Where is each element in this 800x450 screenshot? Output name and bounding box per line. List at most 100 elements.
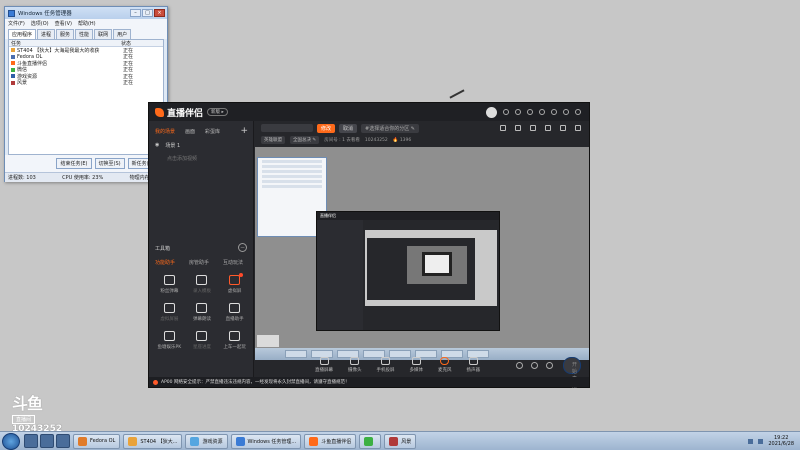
tool-icon bbox=[163, 303, 175, 313]
network-icon[interactable] bbox=[748, 438, 754, 444]
category-room-admin[interactable]: 房管助手 bbox=[189, 259, 209, 266]
maximize-icon[interactable] bbox=[563, 109, 569, 115]
douyu-titlebar[interactable]: 直播伴侣 新版 ▸ bbox=[149, 103, 589, 121]
screen-capture-button[interactable]: 直播屏幕 bbox=[315, 357, 333, 373]
notice-text: AP00 网络安全提示：严禁直播违法违规内容，一经发现将永久封禁直播间，请遵守直… bbox=[161, 380, 350, 385]
tab-processes[interactable]: 进程 bbox=[37, 29, 56, 39]
start-stream-button[interactable]: 开始直播 bbox=[563, 356, 581, 389]
quicklaunch-media-icon[interactable] bbox=[56, 434, 70, 448]
phone-cast-button[interactable]: 手机投屏 bbox=[377, 357, 395, 373]
add-scene-button[interactable]: + bbox=[240, 126, 248, 136]
tab-canvas[interactable]: 画面 bbox=[185, 128, 195, 135]
version-badge[interactable]: 新版 ▸ bbox=[207, 108, 228, 116]
tab-performance[interactable]: 性能 bbox=[75, 29, 94, 39]
subcategory-chip[interactable]: 全国总决 ✎ bbox=[290, 136, 320, 144]
collapse-icon[interactable]: − bbox=[238, 243, 247, 252]
switch-to-button[interactable]: 切换至(S) bbox=[94, 158, 125, 169]
quicklaunch-explorer-icon[interactable] bbox=[40, 434, 54, 448]
taskbar-label: ST404 【狄大... bbox=[140, 438, 178, 445]
minimize-icon[interactable] bbox=[551, 109, 557, 115]
stream-preview[interactable]: 直播伴侣 bbox=[255, 147, 589, 360]
task-manager-titlebar[interactable]: Windows 任务管理器 – □ × bbox=[5, 7, 167, 19]
task-manager-icon bbox=[8, 9, 15, 17]
tab-applications[interactable]: 应用程序 bbox=[8, 29, 37, 39]
camera-button[interactable]: 摄像头 bbox=[348, 357, 362, 373]
room-label[interactable]: 房间号 : 1 去看看 bbox=[324, 137, 360, 143]
taskbar-label: 斗鱼直播伴侣 bbox=[321, 438, 352, 445]
taskbar-button[interactable]: 斗鱼直播伴侣 bbox=[304, 433, 357, 449]
gift-icon[interactable] bbox=[515, 109, 521, 115]
tool-item[interactable]: 上车一起玩 bbox=[218, 331, 251, 350]
stream-title-input[interactable] bbox=[261, 124, 313, 132]
bell-icon[interactable] bbox=[560, 125, 566, 131]
taskbar-button[interactable]: Fedora OL bbox=[73, 433, 121, 449]
screenshot-icon[interactable] bbox=[530, 125, 536, 131]
menu-file[interactable]: 文件(F) bbox=[8, 20, 25, 27]
maximize-button[interactable]: □ bbox=[142, 9, 153, 17]
task-manager-window: Windows 任务管理器 – □ × 文件(F) 选项(O) 查看(V) 帮助… bbox=[4, 6, 168, 182]
category-selector[interactable]: #选择适合你的分区 ✎ bbox=[361, 123, 420, 133]
tool-item[interactable]: 直播助手 bbox=[218, 303, 251, 322]
tab-easter-eggs[interactable]: 彩蛋库 bbox=[205, 128, 220, 135]
microphone-button[interactable]: 麦克风 bbox=[438, 357, 452, 373]
close-button[interactable]: × bbox=[154, 9, 165, 17]
eye-icon[interactable]: ◉ bbox=[155, 142, 159, 149]
taskbar-button[interactable] bbox=[359, 433, 382, 449]
taskbar-button[interactable]: ST404 【狄大... bbox=[123, 433, 183, 449]
monitor-icon bbox=[319, 357, 329, 365]
close-icon[interactable] bbox=[575, 109, 581, 115]
menu-icon[interactable] bbox=[539, 109, 545, 115]
cancel-button[interactable]: 取消 bbox=[339, 123, 358, 133]
category-interactive[interactable]: 互动玩法 bbox=[223, 259, 243, 266]
media-button[interactable]: 多媒体 bbox=[410, 357, 423, 373]
add-source-hint[interactable]: 点击添加视频 bbox=[149, 152, 253, 165]
minimize-button[interactable]: – bbox=[130, 9, 141, 17]
watermark-brand: 斗鱼 bbox=[12, 394, 43, 413]
record-icon[interactable] bbox=[545, 125, 551, 131]
record-video-icon[interactable] bbox=[516, 361, 523, 369]
edit-button[interactable]: 修改 bbox=[317, 123, 336, 133]
quicklaunch-ie-icon[interactable] bbox=[24, 434, 38, 448]
room-id: 10243252 bbox=[364, 137, 388, 143]
tool-item[interactable]: 粉丝弹幕 bbox=[153, 275, 186, 294]
speaker-button[interactable]: 扬声器 bbox=[466, 357, 481, 373]
tool-item[interactable]: 虚拟屏展 bbox=[153, 303, 186, 322]
clock[interactable]: 19:22 2021/6/28 bbox=[768, 435, 794, 447]
table-row[interactable]: 风景 正在 bbox=[9, 80, 163, 86]
scene-item[interactable]: ◉ 场景 1 bbox=[149, 139, 253, 152]
start-button[interactable] bbox=[2, 432, 20, 450]
tool-item[interactable]: 虚拟屏 bbox=[218, 273, 251, 294]
category-chip[interactable]: 英雄联盟 bbox=[261, 136, 285, 144]
menu-options[interactable]: 选项(O) bbox=[31, 20, 49, 27]
taskbar-button[interactable]: 游戏资源 bbox=[185, 433, 228, 449]
tool-item[interactable]: 弹幕朗读 bbox=[186, 303, 219, 322]
gear-icon[interactable] bbox=[546, 361, 553, 369]
tab-services[interactable]: 服务 bbox=[56, 29, 75, 39]
help-icon[interactable] bbox=[503, 109, 509, 115]
tool-item[interactable]: 录入模板 bbox=[186, 275, 219, 294]
info-icon[interactable] bbox=[531, 361, 538, 369]
user-avatar[interactable] bbox=[486, 106, 497, 118]
tab-networking[interactable]: 联网 bbox=[94, 29, 113, 39]
link-icon[interactable] bbox=[575, 125, 581, 131]
tab-users[interactable]: 用户 bbox=[113, 29, 132, 39]
menu-help[interactable]: 帮助(H) bbox=[78, 20, 96, 27]
tool-item[interactable]: 鱼塘娱乐PK bbox=[153, 331, 186, 350]
column-task[interactable]: 任务 bbox=[11, 40, 121, 47]
tool-label: 虚拟屏 bbox=[227, 289, 242, 294]
end-task-button[interactable]: 结束任务(E) bbox=[56, 158, 92, 169]
screen-capture-label: 直播屏幕 bbox=[315, 368, 333, 373]
taskbar-button[interactable]: Windows 任务管理... bbox=[230, 433, 302, 449]
taskbar-label: 风景 bbox=[401, 438, 412, 445]
speaker-label: 扬声器 bbox=[466, 368, 481, 373]
taskbar-button[interactable]: 风景 bbox=[384, 433, 417, 449]
tool-item[interactable]: 星座进度 bbox=[186, 331, 219, 350]
menu-view[interactable]: 查看(V) bbox=[55, 20, 72, 27]
column-status[interactable]: 状态 bbox=[121, 40, 131, 47]
tab-my-scenes[interactable]: 我的场景 bbox=[155, 128, 175, 135]
lock-icon[interactable] bbox=[515, 125, 521, 131]
category-function[interactable]: 功能助手 bbox=[155, 259, 175, 266]
settings-icon[interactable] bbox=[527, 109, 533, 115]
volume-icon[interactable] bbox=[758, 438, 764, 444]
share-icon[interactable] bbox=[500, 125, 506, 131]
